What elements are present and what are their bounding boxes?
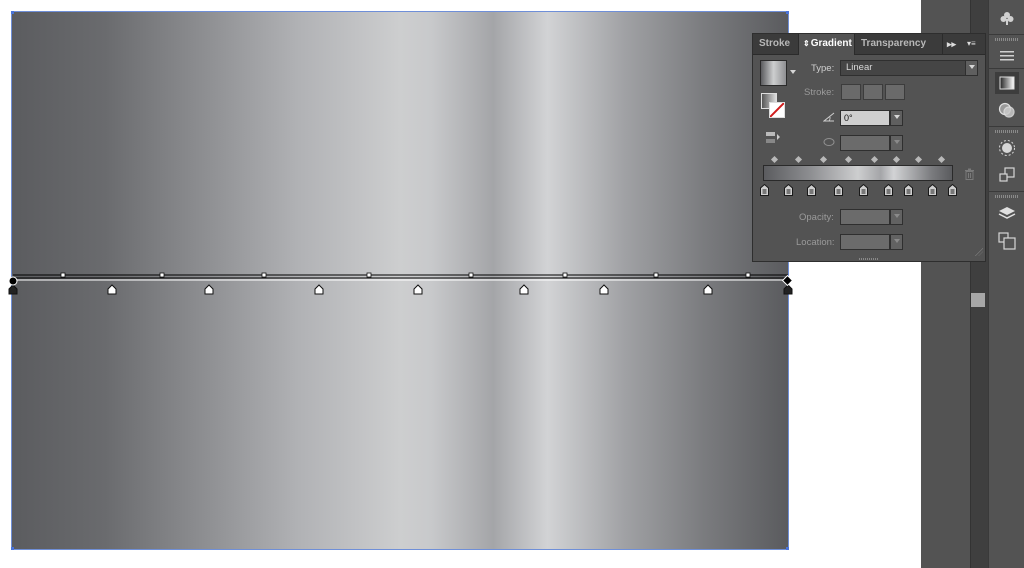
stroke-label: Stroke: — [804, 87, 835, 98]
tab-stroke[interactable]: Stroke — [753, 34, 799, 54]
layers-icon[interactable] — [995, 203, 1019, 225]
slider-color-stop[interactable] — [834, 183, 843, 196]
angle-dropdown-arrow-icon[interactable] — [890, 110, 903, 126]
opacity-dropdown-arrow-icon[interactable] — [890, 209, 903, 225]
opacity-label: Opacity: — [799, 212, 834, 223]
aspect-ratio-field[interactable] — [840, 135, 890, 151]
annotator-midpoint[interactable] — [653, 272, 659, 278]
tab-gradient[interactable]: ⇕Gradient — [799, 34, 855, 55]
panel-menu-icon[interactable]: ▾≡ — [967, 34, 976, 54]
slider-color-stop[interactable] — [928, 183, 937, 196]
type-select[interactable]: Linear — [840, 60, 966, 76]
club-icon[interactable] — [995, 7, 1019, 29]
annotator-color-stop[interactable] — [204, 284, 214, 295]
icon-dock — [988, 0, 1024, 568]
slider-color-stop[interactable] — [884, 183, 893, 196]
stroke-none-swatch[interactable] — [769, 102, 785, 118]
panel-tab-bar: Stroke ⇕Gradient Transparency ▸▸ ▾≡ — [753, 34, 985, 55]
annotator-midpoint[interactable] — [261, 272, 267, 278]
slider-midpoint-diamond[interactable] — [892, 155, 901, 164]
scrollbar-thumb[interactable] — [971, 293, 985, 307]
gradient-swatch-icon[interactable] — [995, 72, 1019, 94]
reverse-gradient-icon[interactable] — [765, 131, 781, 148]
stroke-along-button[interactable] — [863, 84, 883, 100]
annotator-origin-handle[interactable] — [8, 276, 18, 286]
annotator-midpoint[interactable] — [745, 272, 751, 278]
annotator-color-stop[interactable] — [519, 284, 529, 295]
gradient-panel: Stroke ⇕Gradient Transparency ▸▸ ▾≡ Type… — [752, 33, 986, 262]
location-label: Location: — [796, 237, 835, 248]
annotator-color-stop[interactable] — [703, 284, 713, 295]
annotator-midpoint[interactable] — [60, 272, 66, 278]
swatch-dropdown-icon[interactable] — [790, 70, 796, 74]
selection-corner-handle[interactable] — [786, 547, 789, 550]
slider-color-stop[interactable] — [859, 183, 868, 196]
slider-midpoint-diamond[interactable] — [770, 155, 779, 164]
aspect-dropdown-arrow-icon[interactable] — [890, 135, 903, 151]
slider-midpoint-diamond[interactable] — [844, 155, 853, 164]
annotator-color-stop[interactable] — [413, 284, 423, 295]
selection-corner-handle[interactable] — [11, 547, 14, 550]
transform-icon[interactable] — [995, 164, 1019, 186]
menu-lines-icon[interactable] — [995, 45, 1019, 67]
stroke-across-button[interactable] — [885, 84, 905, 100]
panel-resize-grip[interactable] — [975, 248, 983, 256]
trash-icon[interactable] — [964, 168, 975, 183]
tab-transparency[interactable]: Transparency — [855, 34, 943, 54]
slider-color-stop[interactable] — [784, 183, 793, 196]
aspect-ratio-icon — [823, 137, 835, 150]
annotator-stops — [8, 284, 793, 295]
slider-midpoint-diamond[interactable] — [794, 155, 803, 164]
stroke-within-button[interactable] — [841, 84, 861, 100]
panel-collapse-double-arrow-icon[interactable]: ▸▸ — [947, 34, 956, 54]
annotator-color-stop[interactable] — [599, 284, 609, 295]
slider-midpoint-diamond[interactable] — [914, 155, 923, 164]
location-dropdown-arrow-icon[interactable] — [890, 234, 903, 250]
type-dropdown-arrow-icon[interactable] — [965, 60, 978, 76]
angle-field[interactable]: 0° — [840, 110, 890, 126]
annotator-color-stop[interactable] — [314, 284, 324, 295]
tab-collapse-arrows-icon: ⇕ — [803, 39, 810, 48]
annotator-midpoint[interactable] — [562, 272, 568, 278]
slider-color-stop[interactable] — [807, 183, 816, 196]
type-label: Type: — [811, 63, 835, 74]
panel-bottom-grip[interactable] — [859, 258, 879, 260]
slider-color-stop[interactable] — [904, 183, 913, 196]
transparency-circles-icon[interactable] — [995, 99, 1019, 121]
stroke-gradient-buttons — [841, 84, 907, 100]
gradient-fill-swatch[interactable] — [760, 60, 787, 86]
annotator-midpoint[interactable] — [159, 272, 165, 278]
annotator-end-handle[interactable] — [781, 274, 794, 287]
slider-color-stop[interactable] — [948, 183, 957, 196]
opacity-field[interactable] — [840, 209, 890, 225]
gradient-annotator[interactable] — [0, 268, 800, 298]
appearance-sun-icon[interactable] — [995, 137, 1019, 159]
location-field[interactable] — [840, 234, 890, 250]
selection-corner-handle[interactable] — [786, 11, 789, 14]
tab-gradient-label: Gradient — [810, 38, 852, 49]
annotator-midpoint[interactable] — [366, 272, 372, 278]
slider-midpoint-diamond[interactable] — [937, 155, 946, 164]
selection-corner-handle[interactable] — [11, 11, 14, 14]
slider-midpoint-diamond[interactable] — [870, 155, 879, 164]
slider-color-stop[interactable] — [760, 183, 769, 196]
angle-icon — [822, 112, 835, 125]
slider-midpoint-diamond[interactable] — [819, 155, 828, 164]
gradient-slider[interactable] — [763, 165, 953, 181]
artboards-icon[interactable] — [995, 230, 1019, 252]
annotator-color-stop[interactable] — [107, 284, 117, 295]
annotator-color-stop[interactable] — [8, 284, 18, 295]
annotator-color-stop[interactable] — [783, 284, 793, 295]
annotator-midpoint[interactable] — [468, 272, 474, 278]
